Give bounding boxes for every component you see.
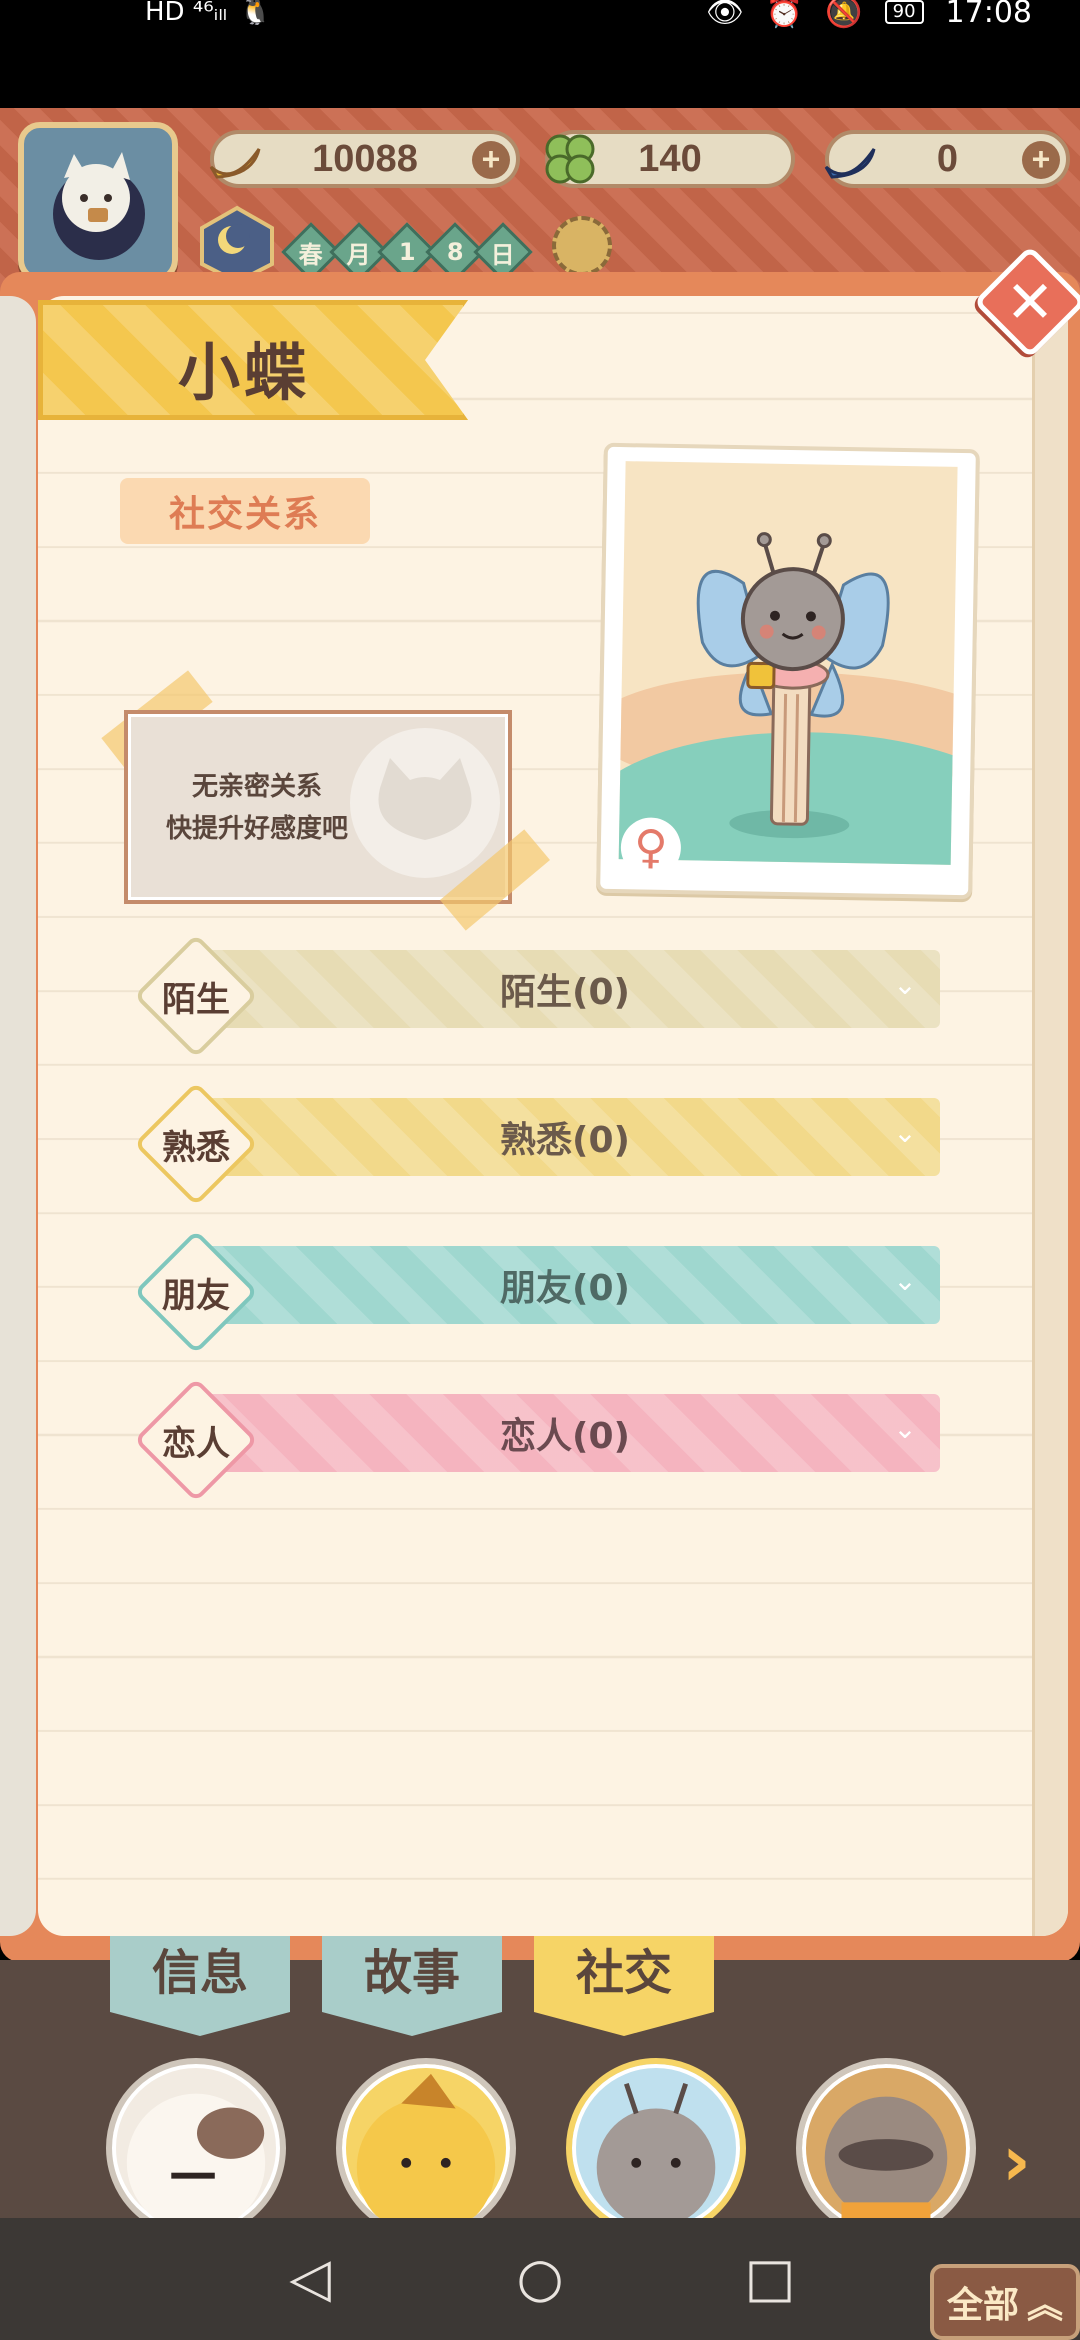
status-bar: HD ⁴⁶ᵢₗₗ 🐧 👁 ⏰ 🔕 90 17:08 <box>0 0 1080 108</box>
relation-label: 朋友(0) <box>500 1268 630 1309</box>
relation-badge-label: 恋人 <box>162 1423 230 1464</box>
relation-label: 熟悉(0) <box>500 1120 630 1161</box>
relation-row-lover[interactable]: 恋人(0) 恋人 ⌄ <box>133 1377 940 1503</box>
detail-tabs: 信息 故事 社交 <box>110 1936 714 2036</box>
blue-banana-value: 0 <box>936 137 959 180</box>
battery-indicator: 90 <box>884 0 924 24</box>
relation-bar[interactable]: 朋友(0) <box>190 1246 940 1324</box>
relation-bar[interactable]: 恋人(0) <box>190 1394 940 1472</box>
relation-label: 陌生(0) <box>500 972 630 1013</box>
relation-row-familiar[interactable]: 熟悉(0) 熟悉 ⌄ <box>133 1081 940 1207</box>
all-characters-button[interactable]: 全部 ︽ <box>930 2264 1080 2340</box>
relation-label: 恋人(0) <box>500 1416 630 1457</box>
female-gender-icon: ♀ <box>620 817 682 879</box>
clover-icon <box>535 124 605 194</box>
relation-bar[interactable]: 陌生(0) <box>190 950 940 1028</box>
banana-value: 10088 <box>312 137 418 180</box>
character-name: 小蝶 <box>178 336 311 409</box>
next-characters-arrow[interactable]: › <box>1002 2120 1031 2202</box>
alarm-icon: ⏰ <box>765 0 804 30</box>
clover-counter: 140 <box>545 130 795 188</box>
signal-indicators: HD ⁴⁶ᵢₗₗ 🐧 <box>145 0 272 27</box>
banana-counter: 10088 + <box>209 130 520 188</box>
mute-icon: 🔕 <box>825 0 863 30</box>
relationship-note: 无亲密关系 快提升好感度吧 <box>124 710 512 904</box>
eye-icon: 👁 <box>705 0 744 30</box>
notebook-spine <box>1032 296 1068 1936</box>
chevron-down-icon[interactable]: ⌄ <box>890 1414 920 1444</box>
player-avatar[interactable] <box>18 122 178 282</box>
blue-banana-icon <box>815 124 885 194</box>
chevron-down-icon[interactable]: ⌄ <box>890 970 920 1000</box>
portrait-background <box>618 461 958 865</box>
character-avatar-pudding[interactable] <box>336 2058 516 2238</box>
chevron-down-icon[interactable]: ⌄ <box>890 1118 920 1148</box>
note-message: 无亲密关系 快提升好感度吧 <box>142 766 372 850</box>
weather-sun-icon[interactable] <box>552 216 612 276</box>
close-icon: ✕ <box>1005 268 1055 336</box>
relation-row-stranger[interactable]: 陌生(0) 陌生 ⌄ <box>133 933 940 1059</box>
butterfly-character-illustration <box>696 532 890 839</box>
character-avatar-raccoon[interactable] <box>796 2058 976 2238</box>
tab-info[interactable]: 信息 <box>110 1936 290 2036</box>
add-blue-banana-button[interactable]: + <box>1022 141 1060 179</box>
clover-value: 140 <box>638 137 702 180</box>
signal-text: HD ⁴⁶ᵢₗₗ <box>145 0 227 27</box>
cat-silhouette-icon <box>350 728 500 878</box>
home-icon[interactable]: ○ <box>510 2248 570 2308</box>
section-title: 社交关系 <box>120 478 370 544</box>
page-edge <box>0 296 36 1936</box>
relation-badge-label: 陌生 <box>162 979 230 1020</box>
chevron-down-icon[interactable]: ⌄ <box>890 1266 920 1296</box>
recents-icon[interactable]: □ <box>740 2248 800 2308</box>
relation-row-friend[interactable]: 朋友(0) 朋友 ⌄ <box>133 1229 940 1355</box>
character-portrait: ♀ <box>596 442 980 900</box>
notification-icon: 🐧 <box>238 0 272 27</box>
tab-story[interactable]: 故事 <box>322 1936 502 2036</box>
name-ribbon: 小蝶 <box>38 300 488 420</box>
double-chevron-up-icon: ︽ <box>1027 2285 1064 2326</box>
note-line-2: 快提升好感度吧 <box>165 814 348 844</box>
clock: 17:08 <box>945 0 1032 30</box>
relation-bar[interactable]: 熟悉(0) <box>190 1098 940 1176</box>
note-line-1: 无亲密关系 <box>191 772 322 802</box>
back-icon[interactable]: ◁ <box>280 2248 340 2308</box>
resource-bar: 10088 + 140 0 + 春 月 1 8 日 <box>0 108 1080 298</box>
relation-badge-label: 熟悉 <box>162 1127 230 1168</box>
system-navigation-bar: ◁ ○ □ <box>0 2218 1080 2340</box>
add-banana-button[interactable]: + <box>472 141 510 179</box>
all-label: 全部 <box>946 2285 1019 2326</box>
blue-banana-counter: 0 + <box>824 130 1070 188</box>
relation-badge-label: 朋友 <box>162 1275 230 1316</box>
banana-icon <box>200 124 270 194</box>
character-avatar-cow[interactable] <box>106 2058 286 2238</box>
tab-social[interactable]: 社交 <box>534 1936 714 2036</box>
character-avatar-butterfly[interactable] <box>566 2058 746 2238</box>
status-right: 👁 ⏰ 🔕 90 17:08 <box>706 0 1032 30</box>
